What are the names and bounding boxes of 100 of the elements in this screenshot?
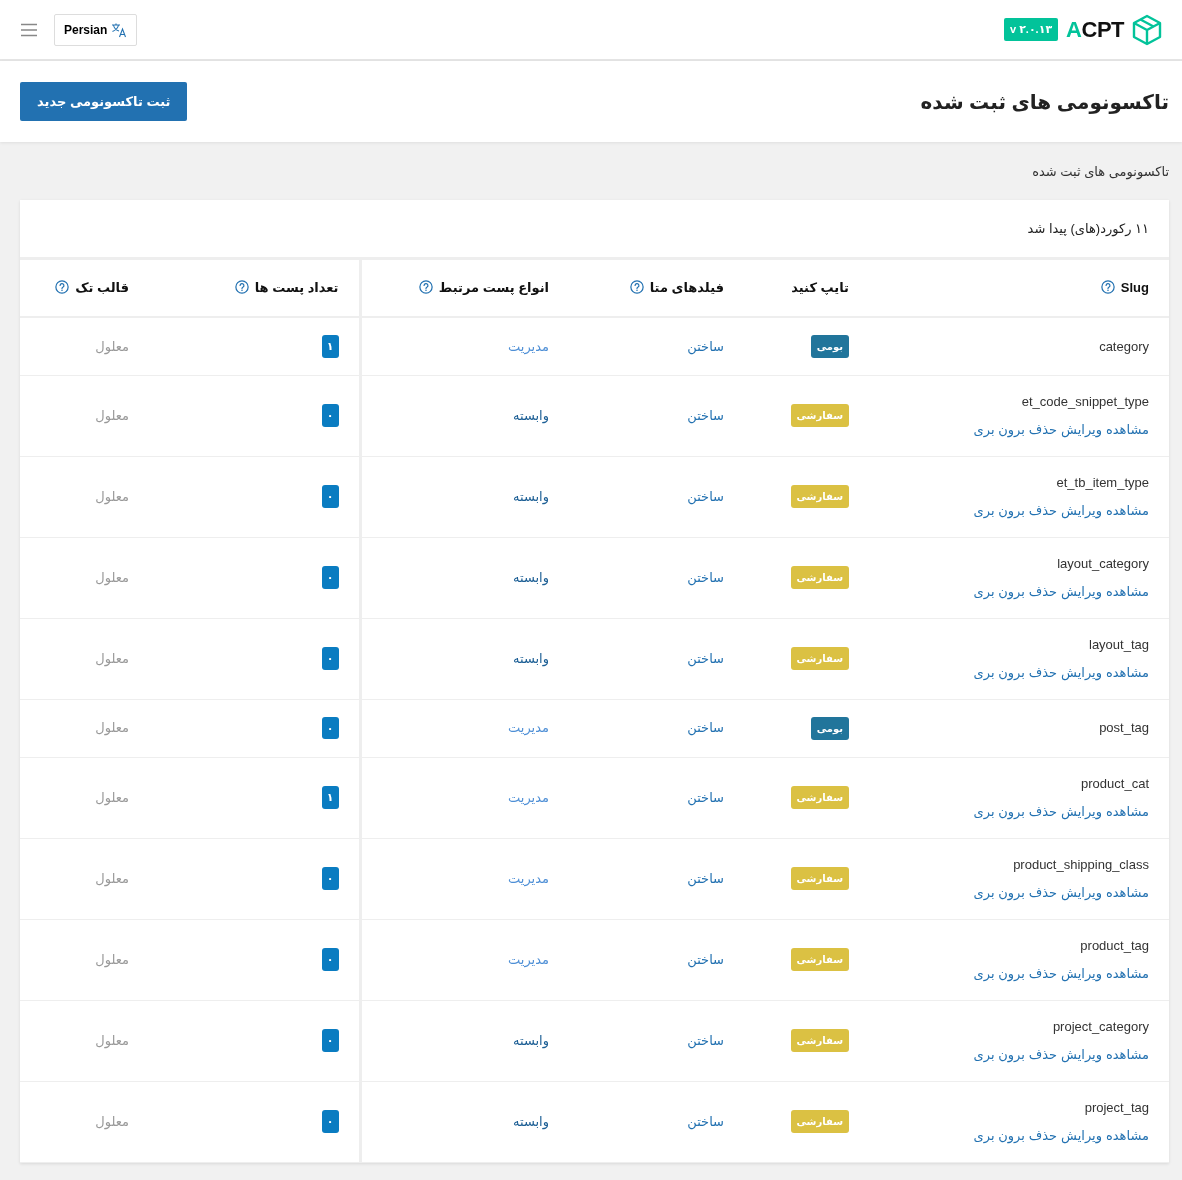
meta-fields-link[interactable]: ساختن xyxy=(687,338,724,354)
type-badge: سفارشی xyxy=(790,485,849,508)
row-action-link[interactable]: ویرایش xyxy=(1061,963,1102,983)
post-types-link[interactable]: وابسته xyxy=(513,488,549,504)
row-action-link[interactable]: مشاهده xyxy=(1106,1044,1149,1064)
help-icon[interactable] xyxy=(55,280,70,295)
row-action-link[interactable]: حذف xyxy=(1028,1044,1058,1064)
post-count-badge: ۱ xyxy=(321,786,339,809)
row-action-link[interactable]: مشاهده xyxy=(1106,963,1149,983)
column-header: Slug xyxy=(1120,280,1149,296)
meta-fields-link[interactable]: ساختن xyxy=(687,407,724,423)
post-types-link[interactable]: وابسته xyxy=(513,1113,549,1129)
meta-fields-link[interactable]: ساختن xyxy=(687,1113,724,1129)
row-action-link[interactable]: حذف xyxy=(1028,1125,1058,1145)
row-action-link[interactable]: مشاهده xyxy=(1106,500,1149,520)
slug-text: et_code_snippet_type xyxy=(1020,393,1149,411)
post-count-badge: ۰ xyxy=(321,867,339,890)
row-action-link[interactable]: مشاهده xyxy=(1106,419,1149,439)
row-action-link[interactable]: مشاهده xyxy=(1106,662,1149,682)
post-count-badge: ۰ xyxy=(321,716,339,740)
logo-text: ACPT xyxy=(1066,16,1124,44)
row-action-link[interactable]: ویرایش xyxy=(1061,581,1102,601)
post-types-link[interactable]: وابسته xyxy=(513,650,549,666)
new-taxonomy-button[interactable]: ثبت تاکسونومی جدید xyxy=(20,81,188,122)
row-action-link[interactable]: حذف xyxy=(1028,419,1058,439)
row-action-link[interactable]: ویرایش xyxy=(1061,1125,1102,1145)
meta-fields-link[interactable]: ساختن xyxy=(687,951,724,967)
row-action-link[interactable]: برون بری xyxy=(973,662,1025,682)
row-action-link[interactable]: مشاهده xyxy=(1106,581,1149,601)
language-button[interactable]: Persian xyxy=(54,13,138,46)
template-status: معلول xyxy=(95,488,129,504)
post-types-link[interactable]: مدیریت xyxy=(508,720,549,736)
row-action-link[interactable]: برون بری xyxy=(973,801,1025,821)
slug-text: layout_category xyxy=(1056,555,1149,573)
row-action-link[interactable]: مشاهده xyxy=(1106,801,1149,821)
row-action-link[interactable]: برون بری xyxy=(973,963,1025,983)
type-badge: سفارشی xyxy=(790,647,849,670)
template-status: معلول xyxy=(95,338,129,354)
post-types-link[interactable]: وابسته xyxy=(513,569,549,585)
records-count: ۱۱ رکورد(های) پیدا شد xyxy=(1027,219,1149,239)
type-badge: بومی xyxy=(810,716,849,740)
meta-fields-link[interactable]: ساختن xyxy=(687,569,724,585)
post-types-link[interactable]: مدیریت xyxy=(508,338,549,354)
row-action-link[interactable]: حذف xyxy=(1028,963,1058,983)
type-badge: سفارشی xyxy=(790,786,849,809)
post-types-link[interactable]: وابسته xyxy=(513,1032,549,1048)
post-types-link[interactable]: وابسته xyxy=(513,407,549,423)
row-action-link[interactable]: حذف xyxy=(1028,882,1058,902)
row-action-link[interactable]: مشاهده xyxy=(1106,1125,1149,1145)
row-action-link[interactable]: حذف xyxy=(1028,500,1058,520)
type-badge: سفارشی xyxy=(790,404,849,427)
help-icon[interactable] xyxy=(1100,280,1115,295)
help-icon[interactable] xyxy=(418,280,433,295)
post-types-link[interactable]: مدیریت xyxy=(508,870,549,886)
meta-fields-link[interactable]: ساختن xyxy=(687,1032,724,1048)
row-action-link[interactable]: حذف xyxy=(1028,801,1058,821)
row-action-link[interactable]: ویرایش xyxy=(1061,500,1102,520)
row-action-link[interactable]: برون بری xyxy=(973,500,1025,520)
row-action-link[interactable]: برون بری xyxy=(973,419,1025,439)
template-status: معلول xyxy=(95,569,129,585)
row-action-link[interactable]: ویرایش xyxy=(1061,419,1102,439)
post-types-link[interactable]: مدیریت xyxy=(508,789,549,805)
menu-icon[interactable] xyxy=(20,22,38,37)
meta-fields-link[interactable]: ساختن xyxy=(687,488,724,504)
row-action-link[interactable]: مشاهده xyxy=(1106,882,1149,902)
row-action-link[interactable]: ویرایش xyxy=(1061,662,1102,682)
row-action-link[interactable]: برون بری xyxy=(973,581,1025,601)
slug-text: et_tb_item_type xyxy=(1055,474,1149,492)
meta-fields-link[interactable]: ساختن xyxy=(687,720,724,736)
type-badge: سفارشی xyxy=(790,1110,849,1133)
post-types-link[interactable]: مدیریت xyxy=(508,951,549,967)
row-action-link[interactable]: حذف xyxy=(1028,662,1058,682)
help-icon[interactable] xyxy=(234,280,249,295)
help-icon[interactable] xyxy=(629,280,644,295)
row-action-link[interactable]: حذف xyxy=(1028,581,1058,601)
template-status: معلول xyxy=(95,1113,129,1129)
meta-fields-link[interactable]: ساختن xyxy=(687,870,724,886)
row-action-link[interactable]: برون بری xyxy=(973,1044,1025,1064)
post-count-badge: ۰ xyxy=(321,948,339,971)
slug-text: category xyxy=(1098,337,1149,356)
slug-text: layout_tag xyxy=(1088,636,1149,654)
slug-text: post_tag xyxy=(1098,719,1149,738)
page-title: تاکسونومی های ثبت شده xyxy=(920,89,1169,114)
translate-icon xyxy=(111,21,128,38)
meta-fields-link[interactable]: ساختن xyxy=(687,789,724,805)
version-badge: v ۲.۰.۱۳ xyxy=(1003,18,1059,41)
slug-text: product_shipping_class xyxy=(1012,856,1149,874)
row-action-link[interactable]: ویرایش xyxy=(1061,801,1102,821)
template-status: معلول xyxy=(95,650,129,666)
template-status: معلول xyxy=(95,407,129,423)
row-action-link[interactable]: ویرایش xyxy=(1061,1044,1102,1064)
template-status: معلول xyxy=(95,1032,129,1048)
column-header: انواع پست مرتبط xyxy=(438,280,549,296)
cube-logo-icon xyxy=(1132,13,1162,46)
row-action-link[interactable]: برون بری xyxy=(973,882,1025,902)
row-action-link[interactable]: برون بری xyxy=(973,1125,1025,1145)
template-status: معلول xyxy=(95,789,129,805)
meta-fields-link[interactable]: ساختن xyxy=(687,650,724,666)
post-count-badge: ۰ xyxy=(321,485,339,508)
row-action-link[interactable]: ویرایش xyxy=(1061,882,1102,902)
